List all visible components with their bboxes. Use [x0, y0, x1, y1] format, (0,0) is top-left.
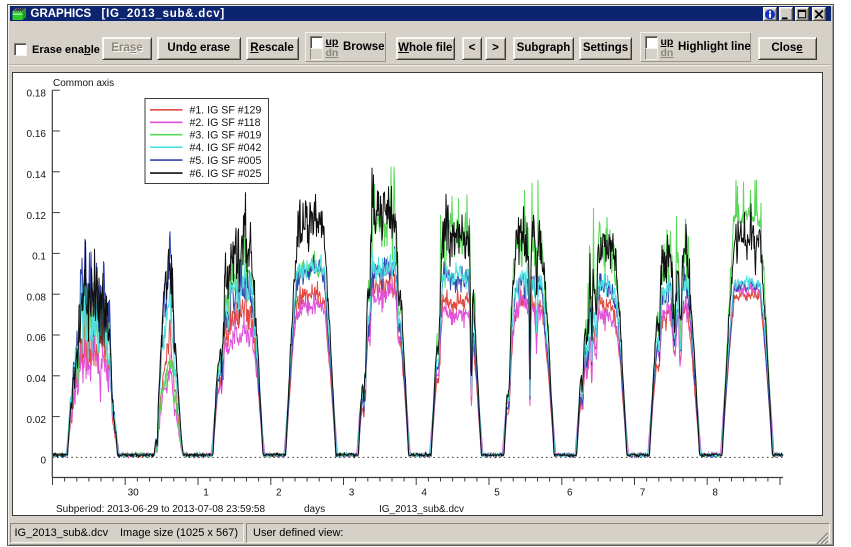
svg-text:0.08: 0.08	[27, 292, 47, 303]
svg-text:5: 5	[494, 488, 500, 499]
svg-text:0.1: 0.1	[32, 252, 46, 263]
svg-text:#4. IG SF #042: #4. IG SF #042	[190, 142, 262, 154]
svg-text:days: days	[304, 504, 325, 515]
svg-text:#6. IG SF #025: #6. IG SF #025	[190, 168, 262, 180]
svg-text:0.04: 0.04	[27, 374, 47, 385]
svg-text:3: 3	[349, 488, 355, 499]
svg-text:IG_2013_sub&.dcv: IG_2013_sub&.dcv	[379, 504, 464, 515]
svg-text:0.06: 0.06	[27, 333, 47, 344]
svg-text:8: 8	[712, 488, 718, 499]
svg-text:0.16: 0.16	[27, 129, 47, 140]
svg-text:7: 7	[640, 488, 646, 499]
svg-text:Subperiod: 2013-06-29 to 2013-: Subperiod: 2013-06-29 to 2013-07-08 23:5…	[56, 504, 265, 515]
svg-text:1: 1	[203, 488, 209, 499]
svg-text:#3. IG SF #019: #3. IG SF #019	[190, 130, 262, 142]
svg-text:4: 4	[421, 488, 427, 499]
svg-text:30: 30	[128, 488, 140, 499]
svg-text:0.18: 0.18	[27, 88, 47, 99]
svg-text:#1. IG SF #129: #1. IG SF #129	[190, 105, 262, 117]
svg-text:6: 6	[567, 488, 573, 499]
svg-text:0: 0	[40, 456, 46, 467]
svg-text:0.12: 0.12	[27, 211, 47, 222]
svg-text:0.14: 0.14	[27, 170, 47, 181]
svg-text:2: 2	[276, 488, 282, 499]
svg-text:0.02: 0.02	[27, 415, 47, 426]
svg-text:#2. IG SF #118: #2. IG SF #118	[190, 117, 261, 129]
svg-text:#5. IG SF #005: #5. IG SF #005	[190, 155, 262, 167]
svg-text:Common axis: Common axis	[53, 78, 114, 89]
